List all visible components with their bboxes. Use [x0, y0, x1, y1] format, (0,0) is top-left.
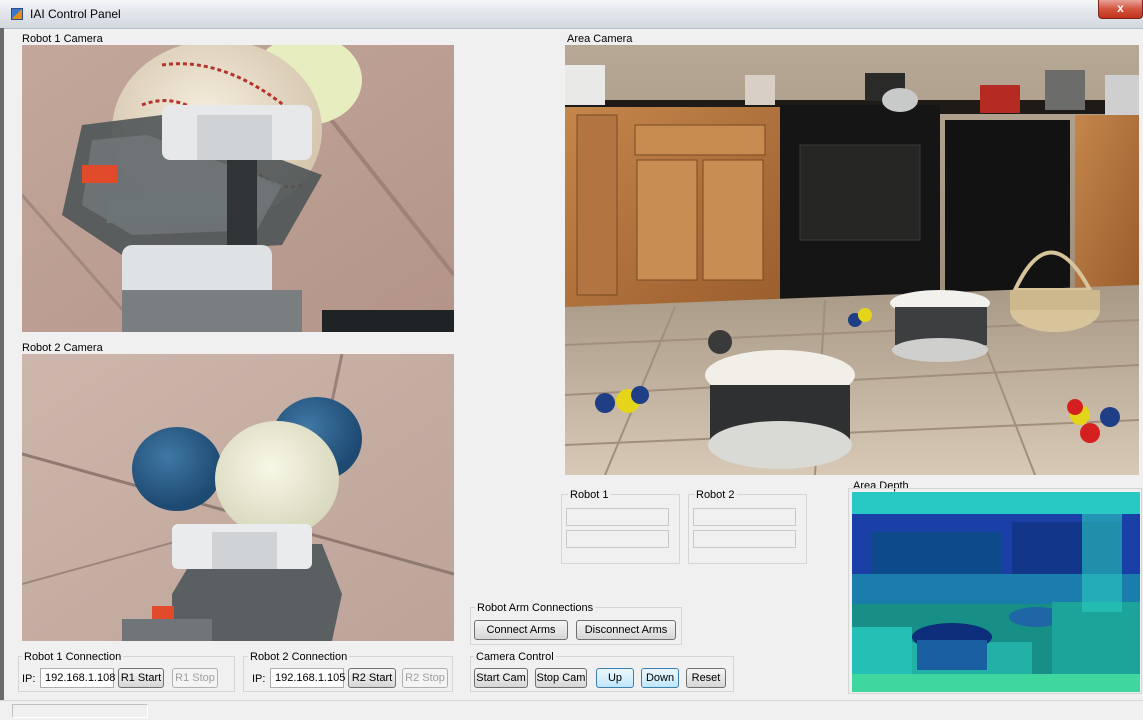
- status-bar-panel: [12, 704, 148, 718]
- robot1-camera-label: Robot 1 Camera: [22, 33, 103, 45]
- robot2-ip-label: IP:: [252, 673, 266, 685]
- robot1-status-field-1: [566, 508, 669, 526]
- camera-control-label: Camera Control: [474, 651, 556, 663]
- app-icon: [11, 8, 23, 20]
- window-titlebar[interactable]: IAI Control Panel x: [0, 0, 1143, 29]
- robot2-status-field-1: [693, 508, 796, 526]
- robot2-camera-label: Robot 2 Camera: [22, 342, 103, 354]
- window-left-border: [0, 28, 4, 700]
- close-button[interactable]: x: [1098, 0, 1143, 19]
- robot1-ip-label: IP:: [22, 673, 36, 685]
- area-depth-feed: [852, 492, 1140, 692]
- robot1-camera-image: [22, 45, 454, 332]
- r2-start-button[interactable]: R2 Start: [348, 668, 396, 688]
- down-button[interactable]: Down: [641, 668, 679, 688]
- disconnect-arms-button[interactable]: Disconnect Arms: [576, 620, 676, 640]
- up-button[interactable]: Up: [596, 668, 634, 688]
- robot1-connection-label: Robot 1 Connection: [22, 651, 124, 663]
- area-camera-image: [565, 45, 1139, 475]
- robot1-status-group: [561, 494, 680, 564]
- area-depth-image: [852, 492, 1140, 692]
- window-title: IAI Control Panel: [30, 7, 121, 21]
- robot2-status-label: Robot 2: [694, 489, 737, 501]
- robot2-ip-input[interactable]: 192.168.1.105: [270, 668, 345, 688]
- arm-connections-label: Robot Arm Connections: [475, 602, 596, 614]
- robot2-status-group: [688, 494, 807, 564]
- connect-arms-button[interactable]: Connect Arms: [474, 620, 568, 640]
- r1-stop-button[interactable]: R1 Stop: [172, 668, 218, 688]
- reset-button[interactable]: Reset: [686, 668, 726, 688]
- robot2-camera-image: [22, 354, 454, 641]
- robot1-camera-feed: [22, 45, 454, 332]
- area-camera-label: Area Camera: [567, 33, 633, 45]
- robot2-connection-label: Robot 2 Connection: [248, 651, 350, 663]
- robot1-status-field-2: [566, 530, 669, 548]
- robot2-camera-feed: [22, 354, 454, 641]
- r2-stop-button[interactable]: R2 Stop: [402, 668, 448, 688]
- robot1-status-label: Robot 1: [568, 489, 611, 501]
- start-cam-button[interactable]: Start Cam: [474, 668, 528, 688]
- r1-start-button[interactable]: R1 Start: [118, 668, 164, 688]
- status-bar: [0, 700, 1143, 720]
- robot1-ip-input[interactable]: 192.168.1.108: [40, 668, 115, 688]
- stop-cam-button[interactable]: Stop Cam: [535, 668, 587, 688]
- robot2-status-field-2: [693, 530, 796, 548]
- area-camera-feed: [565, 45, 1139, 475]
